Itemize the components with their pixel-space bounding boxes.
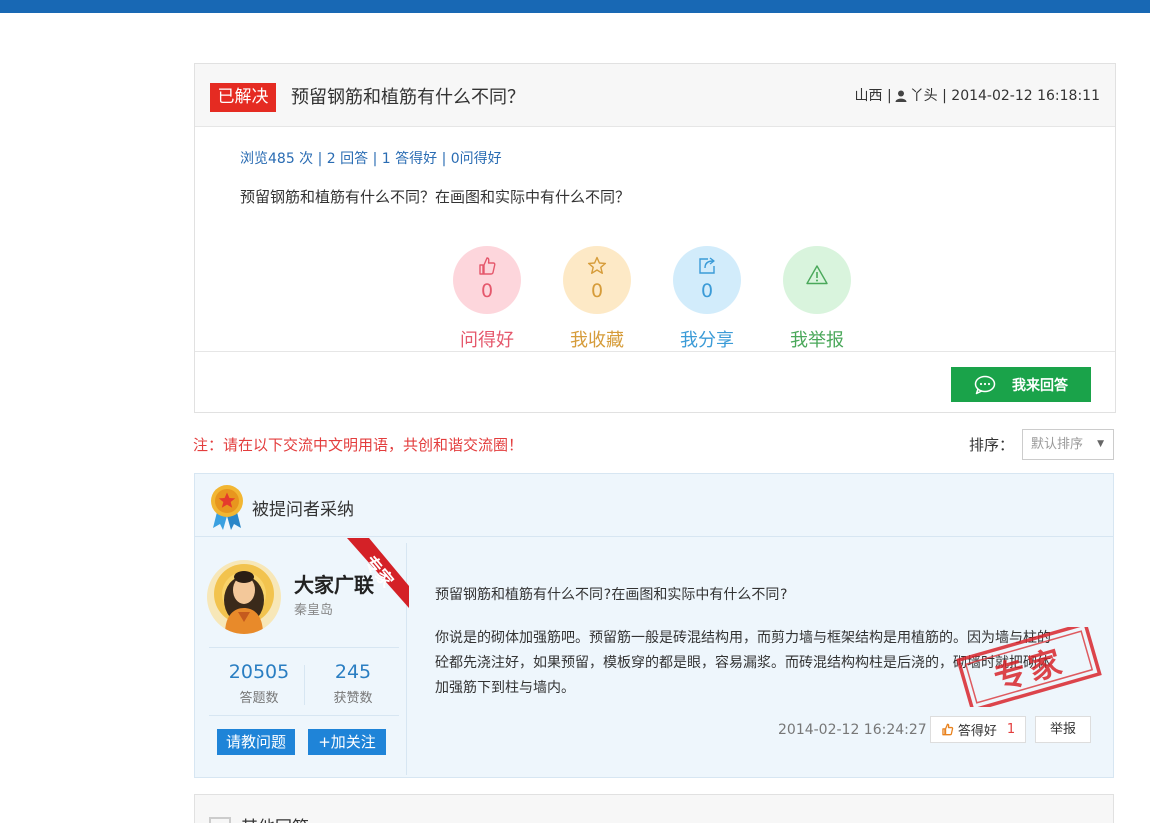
question-panel: 已解决 预留钢筋和植筋有什么不同？ 山西 | 丫头 | 2014-02-12 1… <box>194 63 1116 413</box>
answer-button[interactable]: 我来回答 <box>951 367 1091 402</box>
report-action[interactable]: 我举报 <box>777 246 857 352</box>
answer-report-button[interactable]: 举报 <box>1035 716 1091 743</box>
question-meta: 山西 | 丫头 | 2014-02-12 16:18:11 <box>855 86 1100 106</box>
expert-ribbon: 专家 <box>347 538 409 608</box>
card-divider <box>209 647 399 648</box>
question-region[interactable]: 山西 | <box>855 86 892 106</box>
report-label[interactable]: 我举报 <box>777 326 857 352</box>
sort-select[interactable]: 默认排序 ▼ <box>1022 429 1114 460</box>
accepted-answer-panel: 被提问者采纳 大家广联 秦皇岛 专家 20505 答题数 245 获赞数 请教问… <box>194 473 1114 778</box>
ask-good-circle[interactable]: 0 <box>453 246 521 314</box>
ask-good-label[interactable]: 问得好 <box>447 326 527 352</box>
favorite-action[interactable]: 0 我收藏 <box>557 246 637 352</box>
stat-divider <box>304 665 305 705</box>
accepted-answer-header: 被提问者采纳 <box>195 474 1113 537</box>
thumbs-up-icon <box>479 257 496 275</box>
share-count: 0 <box>700 280 714 302</box>
ask-good-count: 0 <box>480 280 494 302</box>
avatar-image <box>207 560 281 634</box>
star-icon <box>587 256 607 274</box>
solved-badge: 已解决 <box>210 83 276 112</box>
ask-good-action[interactable]: 0 问得好 <box>447 246 527 352</box>
answer-date: 2014-02-12 16:24:27 <box>778 722 927 738</box>
answerer-avatar[interactable] <box>207 560 281 634</box>
dropdown-arrow-icon: ▼ <box>1097 439 1104 449</box>
share-action[interactable]: 0 我分享 <box>667 246 747 352</box>
answers-count-label: 答题数 <box>239 691 279 706</box>
list-icon <box>209 817 231 823</box>
answer-button-label: 我来回答 <box>1012 377 1068 394</box>
question-title: 预留钢筋和植筋有什么不同？ <box>291 87 525 108</box>
ask-question-button[interactable]: 请教问题 <box>217 729 295 755</box>
answerer-location: 秦皇岛 <box>294 603 334 618</box>
medal-icon <box>211 485 243 530</box>
expert-stamp: 专家 <box>955 621 1103 713</box>
share-icon <box>699 257 715 274</box>
accepted-answer-title: 被提问者采纳 <box>252 500 354 520</box>
likes-count: 245 <box>334 661 372 683</box>
question-user-date[interactable]: 丫头 | 2014-02-12 16:18:11 <box>910 86 1100 106</box>
question-body: 预留钢筋和植筋有什么不同？在画图和实际中有什么不同？ <box>240 188 631 206</box>
likes-count-label: 获赞数 <box>333 691 373 706</box>
card-divider <box>209 715 399 716</box>
favorite-count: 0 <box>590 280 604 302</box>
answer-good-label: 答得好 <box>957 724 997 739</box>
warning-icon <box>806 265 828 285</box>
favorite-label[interactable]: 我收藏 <box>557 326 637 352</box>
likes-count-stat: 245 获赞数 <box>308 661 398 706</box>
answerer-card: 大家广联 秦皇岛 专家 20505 答题数 245 获赞数 请教问题 +加关注 <box>201 538 409 775</box>
quoted-question: 预留钢筋和植筋有什么不同?在画图和实际中有什么不同? <box>435 587 788 603</box>
report-circle[interactable] <box>783 246 851 314</box>
user-icon <box>895 90 907 102</box>
sort-label: 排序： <box>969 436 1015 454</box>
sort-selected-value: 默认排序 <box>1031 437 1084 452</box>
other-answers-title: 其他回答 <box>241 813 309 823</box>
answers-count-stat: 20505 答题数 <box>214 661 304 706</box>
share-label[interactable]: 我分享 <box>667 326 747 352</box>
answer-good-count: 1 <box>1006 722 1016 737</box>
other-answers-panel: 其他回答 <box>194 794 1114 823</box>
question-divider <box>195 351 1115 352</box>
civility-notice: 注：请在以下交流中文明用语，共创和谐交流圈！ <box>193 436 524 454</box>
favorite-circle[interactable]: 0 <box>563 246 631 314</box>
follow-button[interactable]: +加关注 <box>308 729 386 755</box>
question-header: 已解决 预留钢筋和植筋有什么不同？ 山西 | 丫头 | 2014-02-12 1… <box>195 64 1115 127</box>
answers-count: 20505 <box>228 661 290 683</box>
top-nav-bar <box>0 0 1150 13</box>
thumbs-up-icon <box>942 723 954 736</box>
share-circle[interactable]: 0 <box>673 246 741 314</box>
answer-good-button[interactable]: 答得好 1 <box>930 716 1026 743</box>
chat-bubble-icon <box>974 375 996 394</box>
question-stats: 浏览485 次 | 2 回答 | 1 答得好 | 0问得好 <box>240 151 502 167</box>
